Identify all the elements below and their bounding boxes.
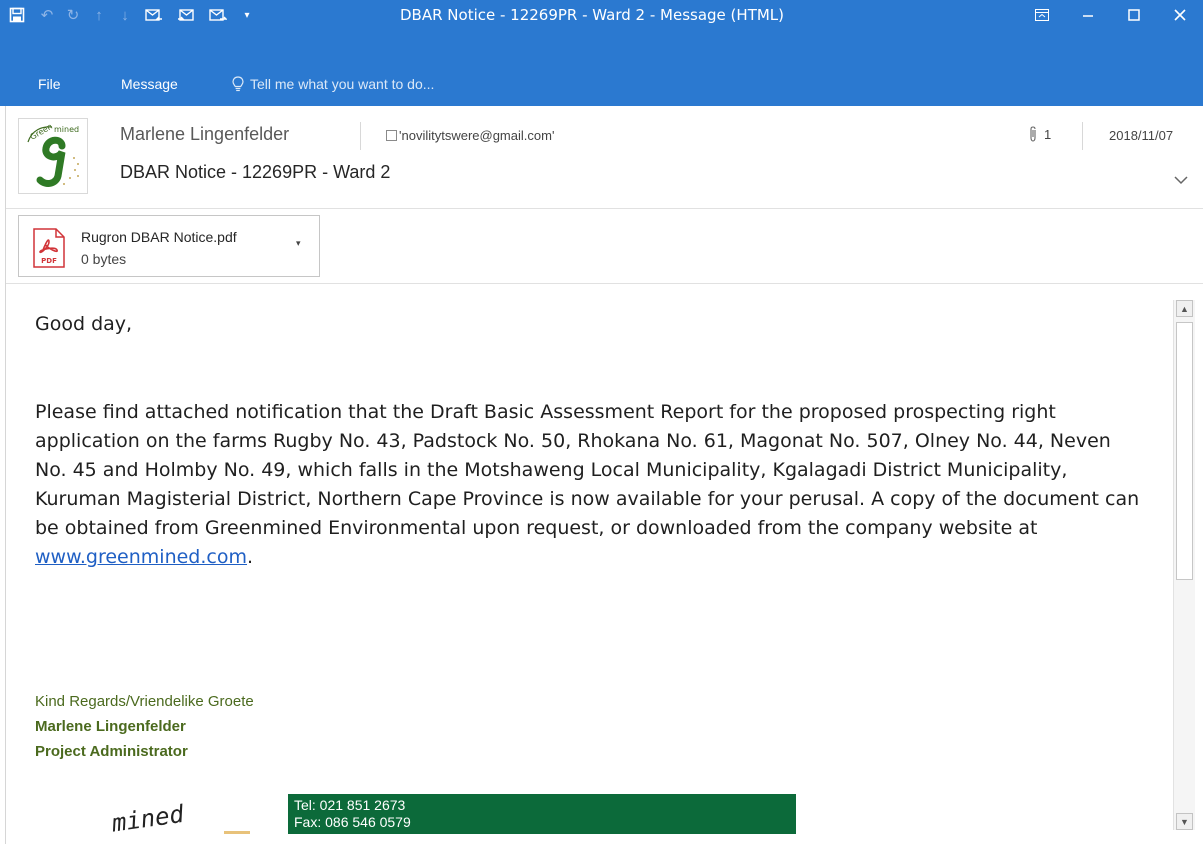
- company-logo: mined: [106, 785, 266, 844]
- company-logo-text: mined: [109, 800, 186, 838]
- close-icon[interactable]: [1157, 0, 1203, 30]
- pdf-icon-label: PDF: [41, 257, 57, 265]
- body-paragraph-end: .: [247, 546, 254, 568]
- recipient-address: 'novilitytswere@gmail.com': [399, 128, 555, 143]
- sent-date: 2018/11/07: [1109, 128, 1174, 143]
- subject: DBAR Notice - 12269PR - Ward 2: [120, 162, 391, 182]
- tell-me-text: Tell me what you want to do...: [250, 76, 435, 92]
- svg-text:mined: mined: [54, 125, 79, 134]
- attachment-well: PDF Rugron DBAR Notice.pdf 0 bytes ▾: [6, 209, 1203, 284]
- recipient[interactable]: 'novilitytswere@gmail.com': [386, 128, 554, 143]
- scrollbar-thumb[interactable]: [1176, 322, 1193, 580]
- ribbon-tabs: File Message Tell me what you want to do…: [0, 62, 1203, 106]
- tell-me-box[interactable]: Tell me what you want to do...: [232, 76, 434, 92]
- minimize-icon[interactable]: [1065, 0, 1111, 30]
- scroll-up-icon[interactable]: ▲: [1176, 300, 1193, 317]
- message-body: Good day, Please find attached notificat…: [6, 285, 1173, 844]
- quick-access-toolbar: ↶ ↻ ↑ ↓ ▾: [0, 0, 260, 30]
- title-bar: ↶ ↻ ↑ ↓ ▾ DBAR Notice - 12269PR - Ward 2…: [0, 0, 1203, 62]
- tab-file[interactable]: File: [38, 76, 61, 92]
- chevron-down-icon[interactable]: [1174, 172, 1188, 188]
- signature-name: Marlene Lingenfelder: [35, 718, 186, 735]
- lightbulb-icon: [232, 76, 244, 92]
- forward-icon[interactable]: [202, 0, 234, 30]
- body-paragraph-text: Please find attached notification that t…: [35, 401, 1140, 539]
- undo-icon[interactable]: ↶: [34, 0, 60, 30]
- customize-icon[interactable]: ▾: [234, 0, 260, 30]
- header-divider: [360, 122, 361, 150]
- ribbon-display-icon[interactable]: [1019, 0, 1065, 30]
- paperclip-icon: [1030, 126, 1036, 142]
- vertical-scrollbar[interactable]: ▲ ▼: [1173, 300, 1195, 830]
- reply-all-icon[interactable]: [170, 0, 202, 30]
- pdf-icon: PDF: [33, 228, 65, 268]
- greeting: Good day,: [35, 313, 133, 335]
- attachment-dropdown-icon[interactable]: ▾: [296, 238, 301, 249]
- attachment-count-value: 1: [1044, 126, 1052, 142]
- contact-box: Tel: 021 851 2673 Fax: 086 546 0579: [288, 794, 796, 834]
- tab-message[interactable]: Message: [121, 76, 178, 92]
- signature-regards: Kind Regards/Vriendelike Groete: [35, 693, 254, 710]
- recipient-checkbox-icon: [386, 130, 397, 141]
- sender-avatar: Green mined: [18, 118, 88, 194]
- scroll-down-icon[interactable]: ▼: [1176, 813, 1193, 830]
- fax: Fax: 086 546 0579: [294, 814, 411, 830]
- sender-name[interactable]: Marlene Lingenfelder: [120, 124, 289, 145]
- telephone: Tel: 021 851 2673: [294, 797, 406, 813]
- save-icon[interactable]: [0, 0, 34, 30]
- header-divider: [1082, 122, 1083, 150]
- previous-item-icon[interactable]: ↑: [86, 0, 112, 30]
- body-paragraph: Please find attached notification that t…: [35, 398, 1145, 572]
- website-link[interactable]: www.greenmined.com: [35, 546, 247, 568]
- attachment-size: 0 bytes: [81, 251, 127, 267]
- next-item-icon[interactable]: ↓: [112, 0, 138, 30]
- reply-icon[interactable]: [138, 0, 170, 30]
- signature-title: Project Administrator: [35, 743, 188, 760]
- redo-icon[interactable]: ↻: [60, 0, 86, 30]
- attachment-count[interactable]: 1: [1028, 126, 1051, 142]
- attachment-card[interactable]: PDF Rugron DBAR Notice.pdf 0 bytes ▾: [18, 215, 320, 277]
- maximize-icon[interactable]: [1111, 0, 1157, 30]
- attachment-name: Rugron DBAR Notice.pdf: [81, 229, 237, 245]
- window-title: DBAR Notice - 12269PR - Ward 2 - Message…: [400, 6, 785, 24]
- signature-title-text: Project Administrator: [35, 743, 188, 760]
- message-header: Green mined Marlene Lingenfelder 'novili…: [6, 106, 1203, 209]
- signature-name-text: Marlene Lingenfelder: [35, 718, 186, 735]
- window-controls: [1019, 0, 1203, 30]
